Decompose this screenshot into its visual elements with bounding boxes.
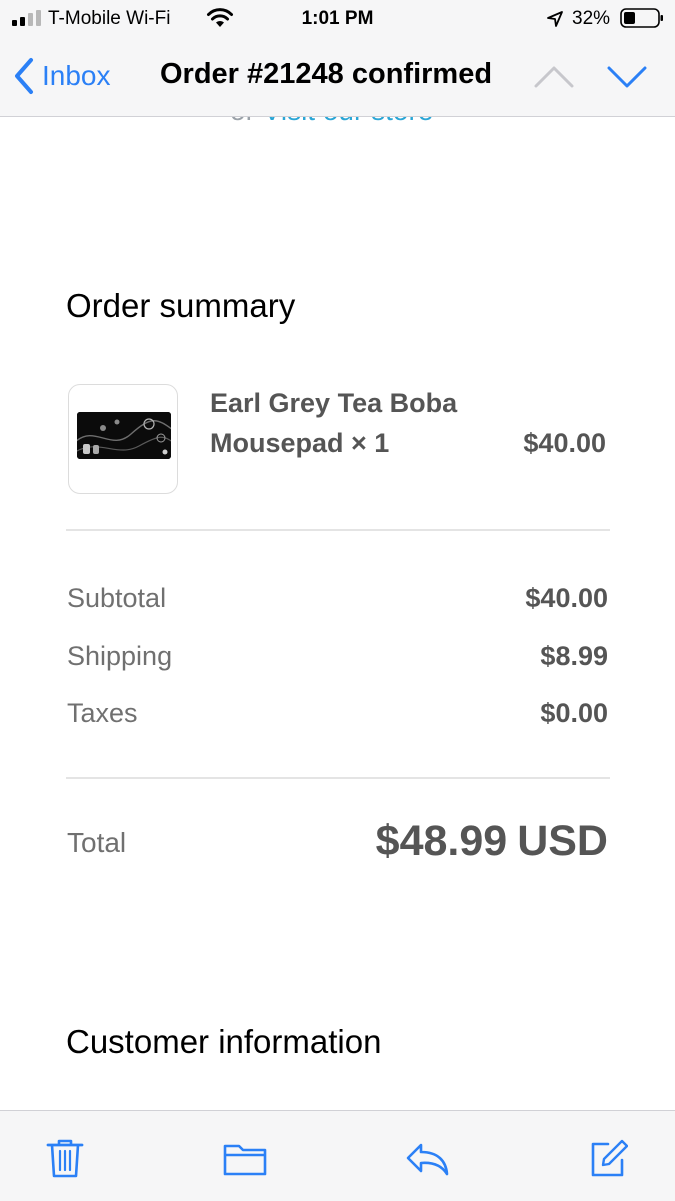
product-name: Earl Grey Tea Boba Mousepad × 1 [210,383,500,463]
compose-icon[interactable] [588,1137,628,1179]
order-summary-heading: Order summary [66,287,296,324]
total-value: $48.99 USD [376,817,608,866]
mousepad-image [77,412,171,459]
email-body: or Visit our store Order summary Earl Gr… [0,117,675,1110]
wifi-icon [207,8,233,27]
signal-icon [12,10,41,26]
product-thumbnail[interactable] [68,384,178,494]
navigation-bar: Inbox Order #21248 confirmed [0,38,675,117]
trash-icon[interactable] [45,1137,85,1179]
folder-icon[interactable] [222,1137,268,1179]
subtotal-value: $40.00 [525,583,608,613]
store-link-line: or Visit our store [230,117,433,127]
divider [66,777,610,779]
shipping-label: Shipping [67,641,173,671]
mousepad-artwork [77,412,171,459]
customer-information-heading: Customer information [66,1023,382,1060]
total-currency: USD [517,817,608,865]
divider [66,529,610,531]
status-bar: T-Mobile Wi-Fi 1:01 PM 32% [0,0,675,38]
subtotal-label: Subtotal [67,583,167,613]
total-amount: $48.99 [375,817,508,865]
battery-icon [620,8,663,28]
battery-percentage: 32% [572,8,611,29]
back-button-label: Inbox [42,60,111,91]
product-name-line-1: Earl Grey Tea Boba [210,388,458,418]
total-label: Total [67,827,127,858]
product-price: $40.00 [523,428,606,458]
product-name-line-2: Mousepad × 1 [210,428,390,458]
back-to-inbox-button[interactable]: Inbox [12,56,111,96]
reply-icon[interactable] [404,1137,450,1179]
carrier-label: T-Mobile Wi-Fi [48,8,171,29]
next-message-button[interactable] [606,62,648,92]
visit-store-link[interactable]: Visit our store [263,117,434,126]
bottom-toolbar [0,1110,675,1201]
shipping-value: $8.99 [540,641,608,671]
email-subject-title: Order #21248 confirmed [160,58,493,90]
previous-message-button[interactable] [533,62,575,92]
link-prefix: or [230,117,263,126]
taxes-label: Taxes [67,698,138,728]
location-arrow-icon [547,11,563,27]
chevron-left-icon [15,58,33,94]
taxes-value: $0.00 [540,698,608,728]
